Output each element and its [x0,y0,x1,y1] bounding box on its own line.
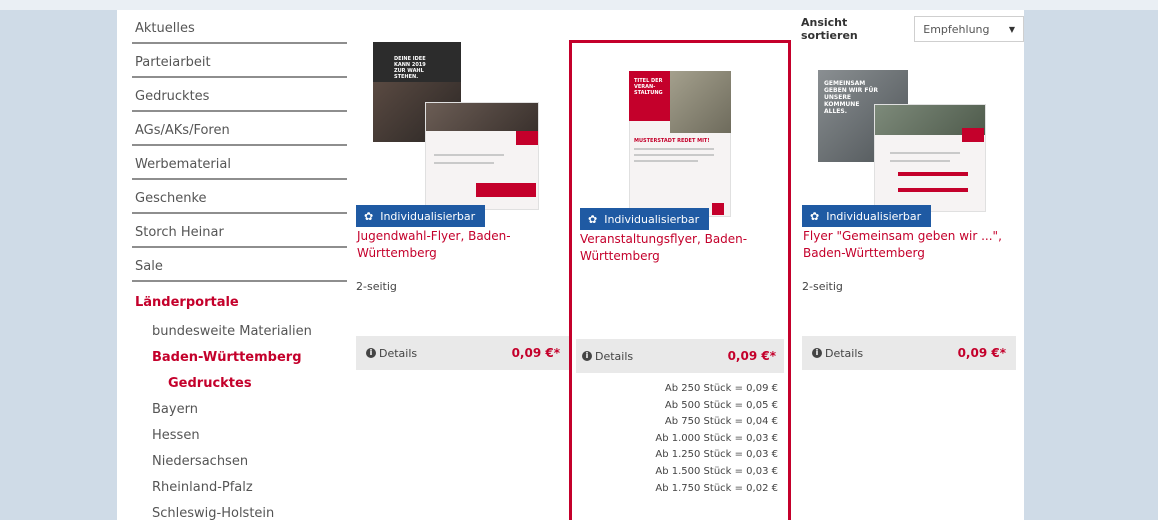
flyer-front-photo [426,103,538,131]
product-card[interactable]: GEMEINSAM GEBEN WIR FÜR UNSERE KOMMUNE A… [802,38,1016,370]
sub-item-bayern[interactable]: Bayern [132,396,347,422]
flyer-logo [712,203,724,215]
price-tier: Ab 500 Stück = 0,05 € [664,399,778,411]
details-label: Details [825,346,864,360]
flyer-text-line [434,162,494,164]
sub-item-hessen[interactable]: Hessen [132,422,347,448]
flyer-text-line [434,154,504,156]
flyer-red-strip [898,172,968,176]
sort-selected-value: Empfehlung [923,22,990,36]
chevron-down-icon: ▼ [1008,24,1015,34]
price-tier: Ab 1.250 Stück = 0,03 € [655,449,778,461]
flyer-headline: TITEL DER VERAN-STALTUNG [634,78,663,96]
nav-item-aktuelles[interactable]: Aktuelles [132,10,347,44]
customizable-badge[interactable]: ✿ Individualisierbar [580,208,710,230]
category-sidebar: Aktuelles Parteiarbeit Gedrucktes AGs/AK… [132,10,347,520]
sub-item-baden-wuerttemberg[interactable]: Baden-Württemberg [132,344,347,370]
badge-label: Individualisierbar [380,209,476,223]
sub-item-rheinland-pfalz[interactable]: Rheinland-Pfalz [132,474,347,500]
product-image[interactable]: TITEL DER VERAN-STALTUNG MUSTERSTADT RED… [572,43,788,230]
details-link[interactable]: i Details [366,347,417,360]
flyer-text-line [634,154,714,156]
gear-icon: ✿ [364,209,374,223]
sub-item-niedersachsen[interactable]: Niedersachsen [132,448,347,474]
product-footer: i Details 0,09 €* [356,336,570,370]
flyer-text-line [634,148,714,150]
info-icon: i [812,348,822,358]
price-tiers: Ab 250 Stück = 0,09 € Ab 500 Stück = 0,0… [572,383,788,499]
top-strip [0,0,1158,10]
gear-icon: ✿ [810,209,820,223]
flyer-red-block [962,128,984,142]
info-icon: i [582,351,592,361]
flyer-red-block [516,131,538,145]
page-content: Aktuelles Parteiarbeit Gedrucktes AGs/AK… [117,10,1024,520]
nav-item-ags-aks-foren[interactable]: AGs/AKs/Foren [132,112,347,146]
badge-label: Individualisierbar [604,212,700,226]
sub-item-schleswig-holstein[interactable]: Schleswig-Holstein [132,500,347,520]
flyer-text-line [890,152,960,154]
nav-item-geschenke[interactable]: Geschenke [132,180,347,214]
flyer-red-strip [898,188,968,192]
sub-item-bw-gedrucktes[interactable]: Gedrucktes [132,370,347,396]
product-description: 2-seitig [356,280,397,293]
product-title[interactable]: Flyer "Gemeinsam geben wir ...", Baden-W… [802,228,1016,272]
price-tier: Ab 750 Stück = 0,04 € [664,416,778,428]
product-title[interactable]: Veranstaltungsflyer, Baden-Württemberg [572,231,788,275]
product-image[interactable]: GEMEINSAM GEBEN WIR FÜR UNSERE KOMMUNE A… [802,38,1016,227]
nav-item-gedrucktes[interactable]: Gedrucktes [132,78,347,112]
product-card-highlighted[interactable]: TITEL DER VERAN-STALTUNG MUSTERSTADT RED… [569,40,791,520]
flyer-headline: DEINE IDEE KANN 2019 ZUR WAHL STEHEN. [394,56,426,80]
price-tier: Ab 1.000 Stück = 0,03 € [655,432,778,444]
flyer-text-line [890,160,950,162]
nav-item-parteiarbeit[interactable]: Parteiarbeit [132,44,347,78]
sub-item-bundesweite[interactable]: bundesweite Materialien [132,318,347,344]
details-link[interactable]: i Details [812,347,863,360]
product-price: 0,09 €* [727,349,776,363]
nav-item-werbematerial[interactable]: Werbematerial [132,146,347,180]
product-card[interactable]: DEINE IDEE KANN 2019 ZUR WAHL STEHEN. ✿ … [356,38,570,370]
price-tier: Ab 1.750 Stück = 0,02 € [655,482,778,494]
nav-item-storch-heinar[interactable]: Storch Heinar [132,214,347,248]
price-tier: Ab 1.500 Stück = 0,03 € [655,465,778,477]
product-price: 0,09 €* [957,346,1006,360]
product-description: 2-seitig [802,280,843,293]
product-image[interactable]: DEINE IDEE KANN 2019 ZUR WAHL STEHEN. ✿ … [356,38,570,227]
gear-icon: ✿ [588,212,598,226]
flyer-headline: GEMEINSAM GEBEN WIR FÜR UNSERE KOMMUNE A… [824,80,878,115]
info-icon: i [366,348,376,358]
product-title[interactable]: Jugendwahl-Flyer, Baden-Württemberg [356,228,570,272]
customizable-badge[interactable]: ✿ Individualisierbar [802,205,932,227]
nav-item-laenderportale[interactable]: Länderportale [132,282,347,318]
nav-item-sale[interactable]: Sale [132,248,347,282]
details-label: Details [379,346,418,360]
flyer-red-strip [476,183,536,197]
product-price: 0,09 €* [511,346,560,360]
flyer-text-line [634,160,698,162]
product-description [572,283,788,339]
details-link[interactable]: i Details [582,350,633,363]
badge-label: Individualisierbar [826,209,922,223]
details-label: Details [595,349,634,363]
product-footer: i Details 0,09 €* [802,336,1016,370]
customizable-badge[interactable]: ✿ Individualisierbar [356,205,486,227]
price-tier: Ab 250 Stück = 0,09 € [664,383,778,394]
flyer-photo [670,71,731,133]
flyer-subline: MUSTERSTADT REDET MIT! [634,138,710,144]
product-footer: i Details 0,09 €* [576,339,784,373]
